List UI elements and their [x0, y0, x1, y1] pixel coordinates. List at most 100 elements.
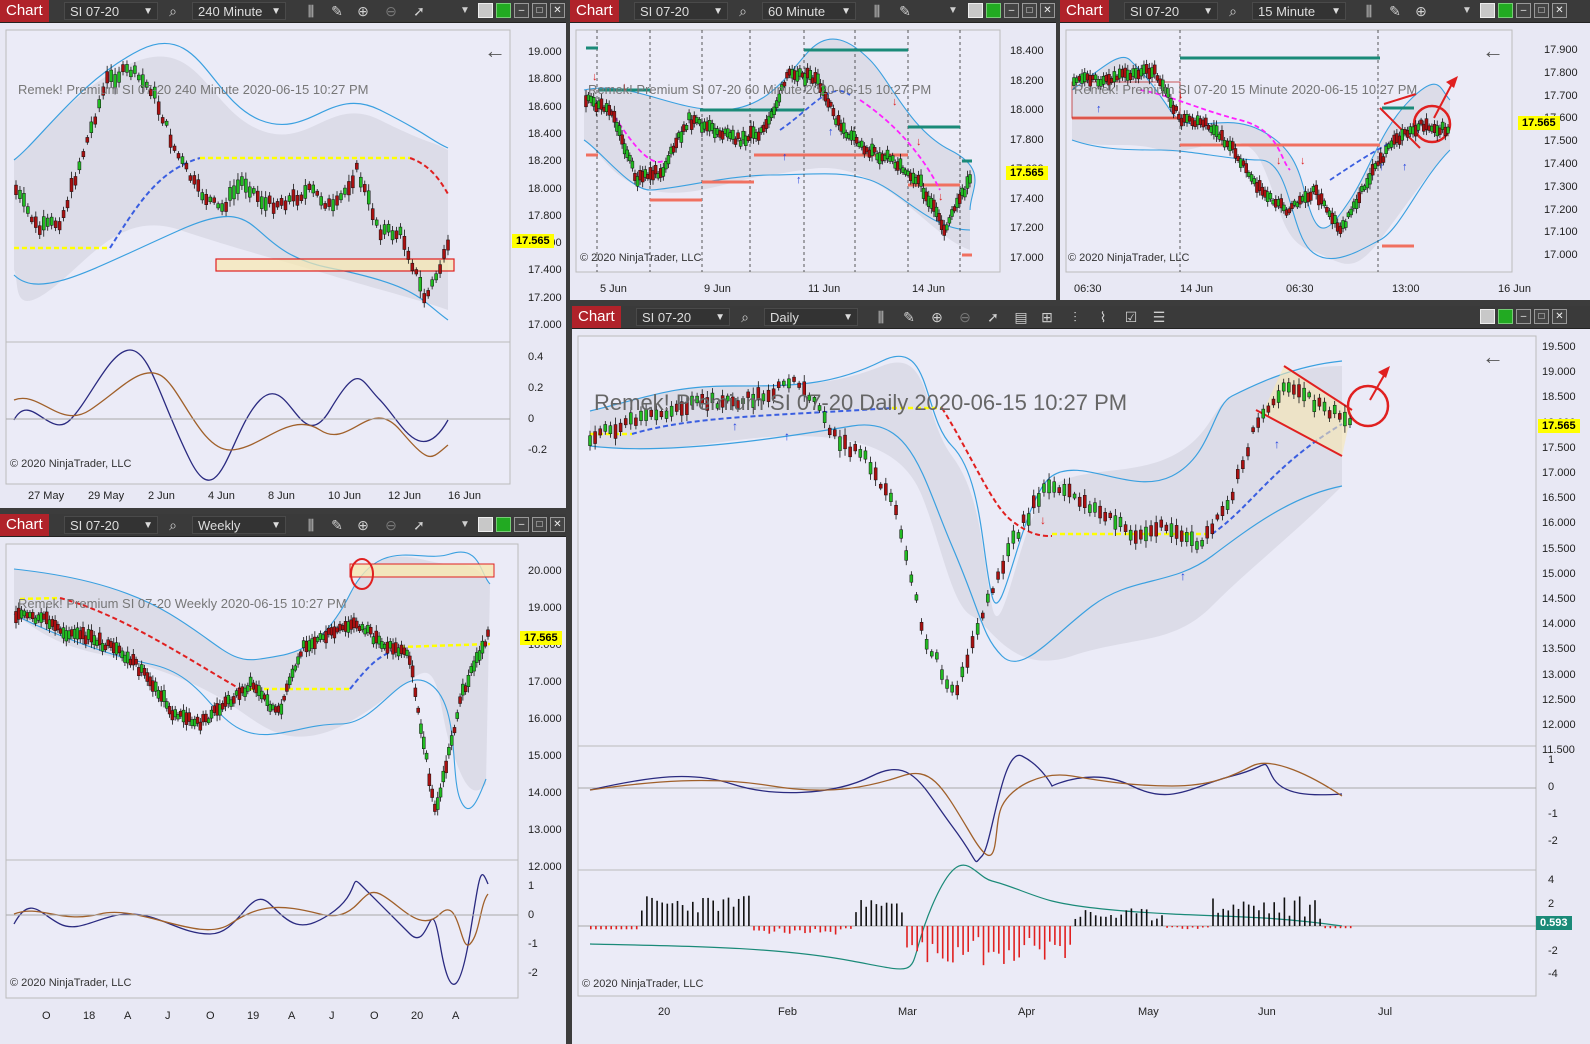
candle-body: [738, 140, 743, 147]
candle-body: [1349, 208, 1353, 216]
candle-body: [929, 651, 934, 657]
histogram-bar: [1263, 902, 1265, 926]
histogram-bar: [646, 896, 648, 926]
axis-tick-label: 13:00: [1392, 283, 1420, 295]
candle-body: [1297, 384, 1301, 398]
candle-body: [1348, 418, 1352, 426]
candle-body: [414, 269, 419, 275]
histogram-bar: [1191, 926, 1194, 928]
price-plot-daily[interactable]: ↑ ↑ ↑ ↑ ↓: [572, 306, 1590, 1044]
histogram-bar: [1253, 905, 1255, 926]
candle-body: [452, 727, 457, 734]
candle-body: [34, 216, 38, 228]
histogram-bar: [763, 926, 765, 931]
histogram-bar: [1293, 900, 1296, 926]
candle-body: [418, 277, 423, 292]
candle-body: [733, 138, 738, 145]
candle-body: [1333, 215, 1337, 224]
candle-body: [351, 175, 355, 189]
candle-body: [787, 378, 791, 389]
histogram-bar: [804, 926, 806, 934]
candle-body: [402, 236, 407, 250]
candle-body: [776, 381, 781, 388]
histogram-bar: [712, 900, 714, 926]
candle-body: [981, 612, 985, 619]
candle-body: [256, 190, 260, 202]
axis-tick-label: J: [165, 1010, 171, 1022]
candle-body: [792, 376, 796, 382]
histogram-bar: [1309, 904, 1311, 926]
histogram-bar: [936, 926, 939, 954]
candle-body: [244, 178, 248, 193]
axis-tick-label: 16 Jun: [1498, 283, 1532, 295]
candle-body: [965, 654, 970, 668]
axis-tick-label: 17.500: [1544, 135, 1578, 148]
candle-body: [947, 217, 952, 224]
axis-tick-label: 0: [1548, 781, 1555, 793]
histogram-bar: [839, 926, 842, 930]
candle-body: [81, 151, 86, 158]
histogram-bar: [875, 904, 878, 926]
candle-body: [109, 69, 113, 82]
candle-body: [1256, 417, 1260, 428]
histogram-bar: [773, 926, 776, 932]
candle-body: [1338, 413, 1342, 420]
histogram-bar: [1212, 898, 1214, 926]
histogram-bar: [1237, 908, 1240, 926]
candle-body: [1016, 532, 1021, 539]
candle-body: [756, 131, 761, 141]
price-plot-weekly[interactable]: [0, 514, 566, 1044]
candle-body: [386, 223, 391, 233]
candle-body: [438, 787, 443, 798]
candle-body: [1327, 410, 1332, 419]
histogram-bar: [814, 926, 816, 930]
axis-tick-label: 14 Jun: [912, 283, 946, 295]
candle-body: [1108, 512, 1113, 518]
axis-tick-label: -2: [1548, 835, 1558, 847]
candle-body: [630, 160, 635, 169]
candle-body: [192, 175, 197, 185]
axis-tick-label: -1: [1548, 808, 1558, 820]
candle-body: [405, 649, 409, 656]
histogram-bar: [809, 926, 811, 933]
candle-body: [1271, 398, 1276, 406]
price-plot-240min[interactable]: [0, 0, 566, 508]
histogram-bar: [947, 926, 949, 962]
axis-tick-label: 4 Jun: [208, 490, 235, 502]
candle-body: [483, 641, 487, 647]
back-arrow-icon[interactable]: ←: [484, 38, 506, 64]
candle-body: [612, 111, 617, 123]
candle-body: [975, 623, 980, 635]
candle-body: [991, 588, 995, 593]
candle-body: [359, 176, 363, 188]
candle-body: [85, 137, 90, 143]
svg-text:↓: ↓: [892, 96, 898, 108]
histogram-bar: [1222, 908, 1224, 926]
candle-body: [419, 723, 423, 734]
candle-body: [970, 636, 975, 649]
candle-body: [1088, 504, 1092, 513]
candle-body: [1149, 525, 1153, 537]
histogram-bar: [977, 926, 980, 938]
candle-body: [458, 696, 462, 704]
candle-body: [449, 735, 454, 746]
histogram-bar: [845, 926, 847, 929]
svg-text:↑: ↑: [1180, 569, 1186, 583]
candle-body: [1246, 447, 1250, 457]
candle-body: [1052, 481, 1056, 493]
candle-body: [1322, 401, 1327, 412]
candle-body: [49, 216, 54, 226]
axis-tick-label: 1: [1548, 754, 1555, 766]
candle-body: [293, 665, 298, 671]
svg-text:↑: ↑: [1274, 437, 1280, 451]
axis-tick-label: -2: [528, 967, 538, 979]
histogram-bar: [1314, 900, 1316, 926]
candle-body: [963, 189, 967, 198]
histogram-bar: [666, 903, 669, 926]
histogram-bar: [1334, 926, 1337, 929]
back-arrow-icon[interactable]: ←: [1482, 38, 1504, 64]
histogram-bar: [676, 900, 679, 926]
histogram-bar: [1329, 926, 1332, 929]
candle-body: [945, 679, 949, 689]
back-arrow-icon[interactable]: ←: [1482, 344, 1504, 370]
